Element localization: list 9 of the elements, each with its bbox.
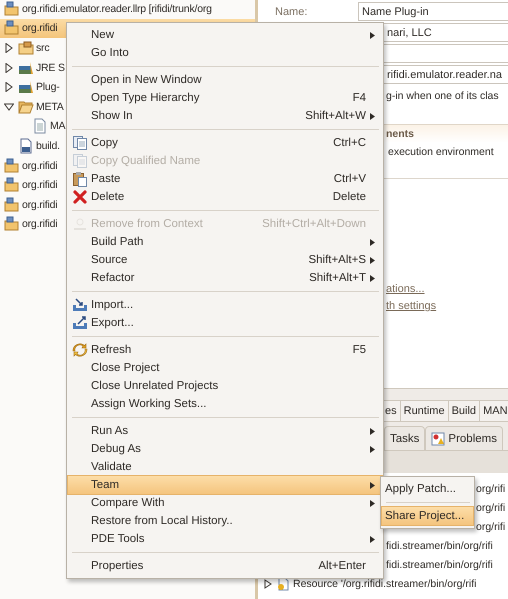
problem-entry-text: org/rifi: [476, 520, 506, 532]
problem-entry-text: fidi.streamer/bin/org/rifi: [386, 540, 493, 552]
problem-entry-text: org/rifi: [476, 482, 506, 494]
problem-entry-text: fidi.streamer/bin/org/rifi: [386, 558, 493, 570]
description-text: g-in when one of its clas: [386, 90, 499, 102]
section-text: execution environment: [388, 146, 494, 158]
problem-entry-text: Resource '/org.rifidi.streamer/bin/org/rifi: [293, 578, 476, 590]
field-label: Name:: [274, 6, 308, 18]
problem-entry-text: org/rifi: [476, 502, 506, 514]
